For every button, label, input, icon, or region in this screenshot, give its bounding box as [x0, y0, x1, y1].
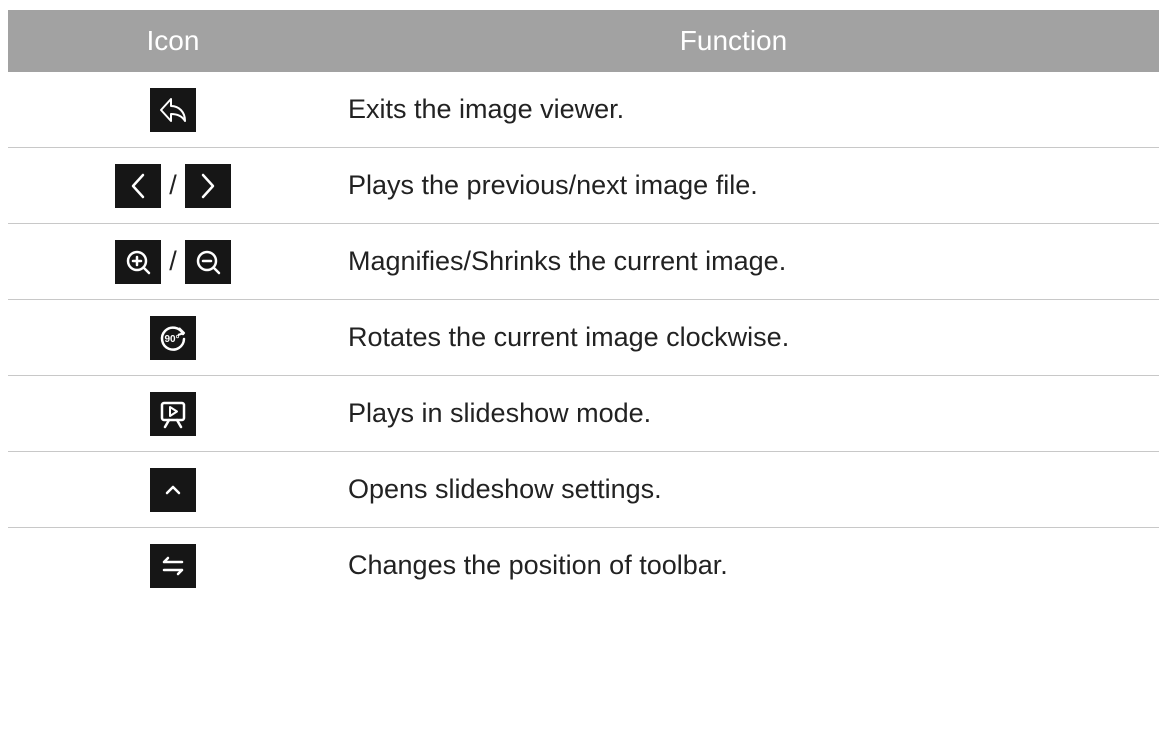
table-header: Icon Function — [8, 10, 1159, 72]
chevron-right-icon — [184, 163, 231, 208]
function-text: Changes the position of toolbar. — [348, 550, 728, 580]
zoom-in-icon — [115, 239, 162, 284]
icon-cell — [8, 391, 338, 436]
zoom-out-icon — [184, 239, 231, 284]
function-text: Rotates the current image clockwise. — [348, 322, 790, 352]
header-icon-column: Icon — [146, 25, 200, 56]
table-row: Changes the position of toolbar. — [8, 528, 1159, 603]
icon-cell: / — [8, 239, 338, 284]
icon-cell: 90° — [8, 315, 338, 360]
rotate-90-icon: 90° — [150, 315, 196, 360]
table-row: / Magnifies/Shrinks the current image. — [8, 224, 1159, 300]
chevron-left-icon — [115, 163, 162, 208]
swap-arrows-icon — [150, 543, 196, 588]
function-text: Plays in slideshow mode. — [348, 398, 652, 428]
function-text: Magnifies/Shrinks the current image. — [348, 246, 787, 276]
icon-cell — [8, 87, 338, 132]
separator: / — [169, 246, 177, 276]
table-row: Exits the image viewer. — [8, 72, 1159, 148]
table-row: / Plays the previous/next image file. — [8, 148, 1159, 224]
table-row: Plays in slideshow mode. — [8, 376, 1159, 452]
table-row: Opens slideshow settings. — [8, 452, 1159, 528]
exit-icon — [150, 87, 196, 132]
rotate-label: 90° — [164, 334, 179, 345]
function-text: Exits the image viewer. — [348, 94, 625, 124]
slideshow-icon — [150, 391, 196, 436]
icon-cell: / — [8, 163, 338, 208]
icon-cell — [8, 543, 338, 588]
function-text: Opens slideshow settings. — [348, 474, 662, 504]
icon-cell — [8, 467, 338, 512]
separator: / — [169, 170, 177, 200]
icon-function-table: Icon Function Exits the image viewer. / — [8, 10, 1159, 603]
table-row: 90° Rotates the current image clockwise. — [8, 300, 1159, 376]
header-function-column: Function — [679, 25, 788, 56]
function-text: Plays the previous/next image file. — [348, 170, 758, 200]
chevron-up-icon — [150, 467, 196, 512]
